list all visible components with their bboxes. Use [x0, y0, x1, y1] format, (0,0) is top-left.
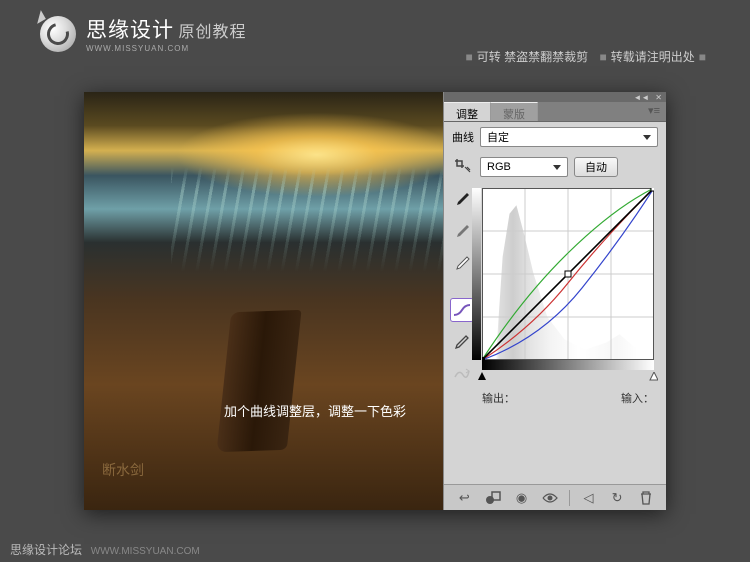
- reset-icon[interactable]: ↻: [607, 488, 627, 508]
- view-icon[interactable]: ◉: [512, 488, 532, 508]
- panel-tabs: 调整 蒙版 ▾≡: [444, 102, 666, 122]
- adjustment-type-label: 曲线: [452, 129, 474, 145]
- channel-row: RGB 自动: [444, 152, 666, 182]
- logo-icon: [40, 16, 76, 52]
- top-note: ■可转 禁盗禁翻禁裁剪 ■转载请注明出处■: [462, 48, 710, 65]
- target-adjust-icon[interactable]: [450, 154, 474, 178]
- tutorial-caption: 加个曲线调整层，调整一下色彩: [224, 401, 406, 420]
- document-canvas: 加个曲线调整层，调整一下色彩 断水剑 ◄◄ ✕ 调整 蒙版 ▾≡ 曲线 自定 R…: [84, 92, 666, 510]
- output-gradient: [472, 188, 481, 360]
- close-icon[interactable]: ✕: [655, 93, 662, 102]
- collapse-icon[interactable]: ◄◄: [633, 93, 649, 102]
- io-readout: 输出： 输入：: [482, 390, 654, 406]
- visibility-icon[interactable]: [540, 488, 560, 508]
- eyedropper-white-icon[interactable]: [450, 252, 474, 276]
- output-label: 输出：: [482, 390, 515, 406]
- prev-state-icon[interactable]: ◁: [578, 488, 598, 508]
- preset-value: 自定: [487, 129, 509, 145]
- brand-header: 思缘设计 原创教程 WWW.MISSYUAN.COM: [40, 14, 246, 53]
- channel-select[interactable]: RGB: [480, 157, 568, 177]
- preset-select[interactable]: 自定: [480, 127, 658, 147]
- brand-suffix: 原创教程: [178, 24, 246, 41]
- tab-adjustments[interactable]: 调整: [444, 102, 491, 121]
- preset-row: 曲线 自定: [444, 122, 666, 152]
- eyedropper-black-icon[interactable]: [450, 188, 474, 212]
- page-footer-credit: 思缘设计论坛 WWW.MISSYUAN.COM: [10, 541, 200, 558]
- tab-masks[interactable]: 蒙版: [491, 102, 538, 121]
- clip-layer-icon[interactable]: [483, 488, 503, 508]
- chevron-down-icon: [553, 165, 561, 170]
- watermark: 断水剑: [102, 460, 144, 480]
- input-gradient: [482, 360, 654, 370]
- pencil-icon[interactable]: [450, 330, 474, 354]
- return-icon[interactable]: ↩: [454, 488, 474, 508]
- panel-topbar: ◄◄ ✕: [444, 92, 666, 102]
- eyedropper-gray-icon[interactable]: [450, 220, 474, 244]
- auto-button[interactable]: 自动: [574, 157, 618, 177]
- brand-title: 思缘设计: [86, 19, 174, 42]
- channel-value: RGB: [487, 161, 511, 173]
- chevron-down-icon: [643, 135, 651, 140]
- panel-menu-icon[interactable]: ▾≡: [642, 102, 666, 121]
- curve-point-icon[interactable]: [450, 298, 474, 322]
- delete-icon[interactable]: [636, 488, 656, 508]
- panel-footer: ↩ ◉ ◁ ↻: [444, 484, 666, 510]
- curves-graph[interactable]: [482, 188, 654, 360]
- input-sliders[interactable]: [478, 372, 658, 384]
- input-label: 输入：: [621, 390, 654, 406]
- adjustments-panel: ◄◄ ✕ 调整 蒙版 ▾≡ 曲线 自定 RGB 自动: [443, 92, 666, 510]
- smooth-icon[interactable]: [450, 362, 474, 386]
- brand-url: WWW.MISSYUAN.COM: [86, 44, 246, 53]
